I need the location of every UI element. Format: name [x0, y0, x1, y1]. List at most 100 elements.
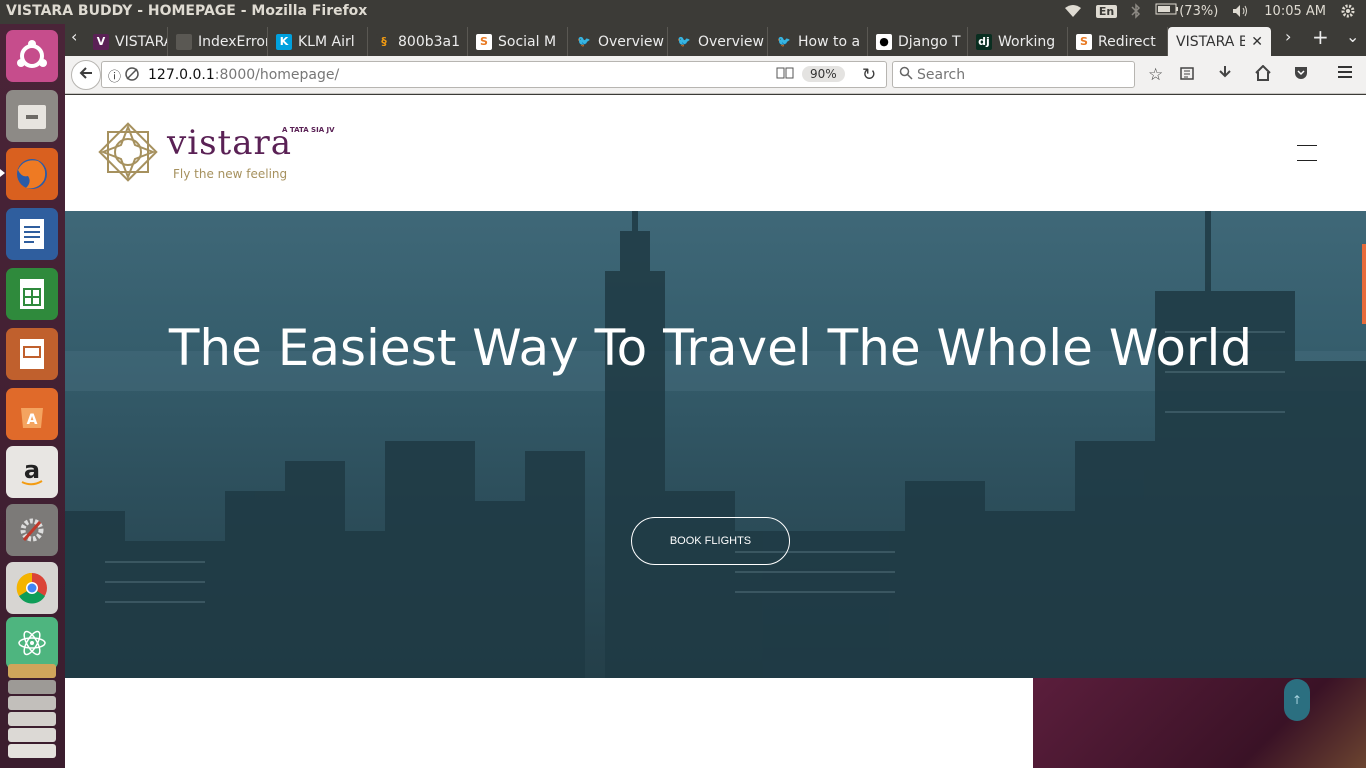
- brand-jv-label: A TATA SIA JV: [282, 126, 335, 134]
- cabin-photo: [1033, 678, 1366, 768]
- svg-text:a: a: [24, 456, 40, 484]
- browser-tab[interactable]: 🐦 Overview: [668, 27, 768, 56]
- hero-headline: The Easiest Way To Travel The Whole Worl…: [168, 319, 1253, 377]
- reading-list-icon[interactable]: [1179, 65, 1195, 81]
- browser-tab[interactable]: S Social M: [468, 27, 568, 56]
- search-bar[interactable]: [892, 61, 1135, 88]
- download-icon[interactable]: [1217, 65, 1233, 81]
- ubuntu-dash-icon[interactable]: [6, 30, 58, 82]
- browser-tab[interactable]: K KLM Airl: [268, 27, 368, 56]
- firefox-icon[interactable]: [6, 148, 58, 200]
- libreoffice-calc-icon[interactable]: [6, 268, 58, 320]
- tab-label: KLM Airl: [298, 33, 355, 50]
- web-page: vistara A TATA SIA JV Fly the new feelin…: [65, 95, 1366, 768]
- navigation-bar: ⓘ 127.0.0.1:8000/homepage/ 90% ↻ ☆: [65, 56, 1366, 94]
- tab-label: Redirect: [1098, 33, 1156, 50]
- site-info-icon[interactable]: ⓘ: [108, 66, 121, 85]
- software-center-icon[interactable]: A: [6, 388, 58, 440]
- tab-scroll-left-icon[interactable]: ‹: [71, 27, 77, 46]
- stackoverflow-favicon-icon: S: [476, 33, 492, 50]
- tab-label: Overview: [698, 33, 764, 50]
- tab-label: Working: [998, 33, 1056, 50]
- tab-label: IndexError: [198, 33, 267, 50]
- libreoffice-writer-icon[interactable]: [6, 208, 58, 260]
- tab-label: 800b3a1: [398, 33, 461, 50]
- browser-tab[interactable]: S Redirect: [1068, 27, 1168, 56]
- browser-tab[interactable]: IndexError: [168, 27, 268, 56]
- browser-tab[interactable]: 🐦 Overview: [568, 27, 668, 56]
- browser-tab[interactable]: V VISTARA BU: [85, 27, 168, 56]
- chrome-icon[interactable]: [6, 562, 58, 614]
- bookmark-star-icon[interactable]: ☆: [1148, 65, 1163, 85]
- workspaces-stack-icon[interactable]: [6, 664, 58, 764]
- browser-tab[interactable]: dj Working: [968, 27, 1068, 56]
- window-title: VISTARA BUDDY - HOMEPAGE - Mozilla Firef…: [6, 3, 368, 19]
- search-input[interactable]: [917, 64, 1127, 85]
- battery-icon: [1155, 3, 1179, 19]
- home-icon[interactable]: [1255, 65, 1271, 81]
- tab-label: How to a: [798, 33, 861, 50]
- browser-tab[interactable]: ● Django T: [868, 27, 968, 56]
- site-header: vistara A TATA SIA JV Fly the new feelin…: [65, 95, 1366, 211]
- klm-favicon-icon: K: [276, 33, 292, 50]
- tab-label: Django T: [898, 33, 961, 50]
- settings-gear-icon[interactable]: [1340, 3, 1356, 19]
- reload-icon[interactable]: ↻: [862, 65, 876, 85]
- back-arrow-icon: [78, 65, 94, 86]
- tab-label: VISTARA B: [1176, 33, 1246, 50]
- scroll-to-top-button[interactable]: ↑: [1284, 679, 1310, 721]
- tab-scroll-right-icon[interactable]: ›: [1285, 27, 1291, 46]
- url-text: 127.0.0.1:8000/homepage/: [148, 67, 339, 83]
- svg-text:A: A: [27, 412, 38, 428]
- site-menu-hamburger-icon[interactable]: [1297, 145, 1317, 161]
- files-icon[interactable]: [6, 90, 58, 142]
- content-section: [65, 678, 1366, 768]
- browser-tab[interactable]: VISTARA B ✕: [1168, 27, 1271, 56]
- menu-hamburger-icon[interactable]: [1337, 65, 1353, 79]
- book-flights-button[interactable]: BOOK FLIGHTS: [631, 517, 790, 565]
- wifi-icon[interactable]: [1064, 4, 1082, 18]
- django-favicon-icon: dj: [976, 33, 992, 50]
- hero-section: The Easiest Way To Travel The Whole Worl…: [65, 211, 1366, 678]
- city-skyline-background: [65, 211, 1366, 678]
- battery-percentage: (73%): [1179, 3, 1219, 19]
- volume-icon[interactable]: [1232, 4, 1250, 18]
- tracking-protection-icon[interactable]: [124, 66, 140, 82]
- browser-tab[interactable]: 🐦 How to a: [768, 27, 868, 56]
- twitter-favicon-icon: 🐦: [676, 33, 692, 50]
- tab-close-icon[interactable]: ✕: [1251, 34, 1263, 50]
- brand-name[interactable]: vistara: [167, 123, 292, 163]
- vistara-logo-mark-icon[interactable]: [95, 119, 161, 189]
- amazon-icon[interactable]: a: [6, 446, 58, 498]
- twitter-favicon-icon: 🐦: [776, 33, 792, 50]
- page-scrollbar[interactable]: [1362, 244, 1366, 324]
- tab-label: VISTARA BU: [115, 33, 167, 50]
- url-bar[interactable]: ⓘ 127.0.0.1:8000/homepage/ 90% ↻: [101, 61, 887, 88]
- system-settings-icon[interactable]: [6, 504, 58, 556]
- top-panel: VISTARA BUDDY - HOMEPAGE - Mozilla Firef…: [0, 0, 1366, 24]
- clock[interactable]: 10:05 AM: [1264, 4, 1326, 19]
- url-path: :8000/homepage/: [214, 67, 340, 83]
- bluetooth-icon[interactable]: [1131, 3, 1141, 19]
- twitter-favicon-icon: 🐦: [576, 33, 592, 50]
- back-button[interactable]: [71, 60, 101, 90]
- pocket-icon[interactable]: [1293, 65, 1309, 81]
- search-icon: [899, 66, 913, 80]
- reader-view-icon[interactable]: [776, 66, 794, 80]
- new-tab-icon[interactable]: +: [1312, 25, 1329, 49]
- libreoffice-impress-icon[interactable]: [6, 328, 58, 380]
- keyboard-layout-indicator[interactable]: En: [1095, 4, 1118, 18]
- github-favicon-icon: ●: [876, 33, 892, 50]
- zoom-level-button[interactable]: 90%: [802, 66, 845, 82]
- browser-tab[interactable]: § 800b3a1: [368, 27, 468, 56]
- tab-label: Overview: [598, 33, 664, 50]
- battery-indicator[interactable]: (73%): [1155, 3, 1218, 19]
- launcher: A a: [0, 24, 65, 768]
- arrow-up-icon: ↑: [1291, 693, 1303, 707]
- tab-list-chevron-down-icon[interactable]: ⌄: [1346, 27, 1359, 46]
- atom-icon[interactable]: [6, 617, 58, 669]
- vistara-favicon-icon: V: [93, 33, 109, 50]
- doc-favicon-icon: [176, 33, 192, 50]
- sublime-favicon-icon: §: [376, 33, 392, 50]
- running-indicator-icon: [0, 169, 5, 177]
